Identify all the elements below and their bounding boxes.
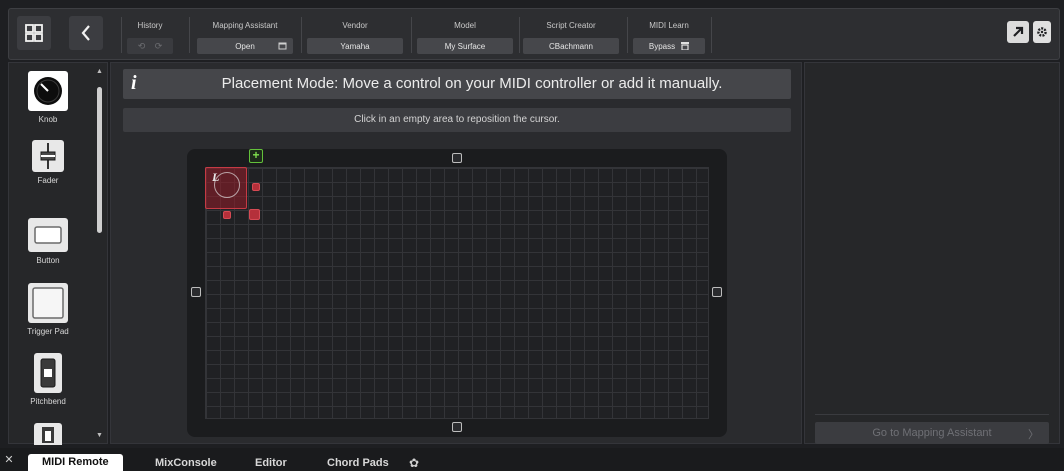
- go-to-mapping-assistant-label: Go to Mapping Assistant: [872, 427, 992, 439]
- placement-info-bar: i Placement Mode: Move a control on your…: [123, 69, 791, 99]
- tab-editor[interactable]: Editor: [255, 456, 287, 471]
- undo-icon[interactable]: ⟲: [138, 41, 146, 52]
- mapping-assistant-value: Open: [235, 41, 255, 51]
- redo-icon[interactable]: ⟳: [155, 41, 163, 52]
- grid-icon: [25, 24, 43, 42]
- panel-divider: [815, 414, 1049, 415]
- tab-midi-remote[interactable]: MIDI Remote: [28, 454, 123, 471]
- placement-mode-text: Placement Mode: Move a control on your M…: [221, 75, 723, 92]
- tab-chord-pads[interactable]: Chord Pads: [327, 456, 389, 471]
- palette-label-trigger-pad: Trigger Pad: [27, 327, 69, 336]
- window-icon: [278, 42, 287, 50]
- hint-text: Click in an empty area to reposition the…: [123, 108, 791, 132]
- cursor-l-icon: L: [212, 170, 220, 184]
- palette-scrollbar[interactable]: ▲ ▼: [94, 67, 104, 441]
- surface-resize-handle-left[interactable]: [191, 287, 201, 297]
- script-creator-group: Script Creator CBachmann: [523, 20, 619, 56]
- fader-icon: [32, 140, 64, 172]
- history-controls: ⟲ ⟳: [127, 38, 173, 54]
- bypass-icon: [681, 42, 690, 50]
- palette-label-knob: Knob: [38, 115, 58, 124]
- surface-editor: i Placement Mode: Move a control on your…: [110, 62, 802, 444]
- right-panel: Go to Mapping Assistant 〉: [804, 62, 1060, 444]
- model-group: Model My Surface: [417, 20, 513, 56]
- grid-view-button[interactable]: [17, 16, 51, 50]
- knob-icon: [28, 71, 68, 111]
- settings-button[interactable]: [1033, 21, 1051, 43]
- surface-resize-handle-right[interactable]: [712, 287, 722, 297]
- knob-resize-handle-bottom[interactable]: [223, 211, 231, 219]
- top-toolbar: History ⟲ ⟳ Mapping Assistant Open Vendo…: [8, 8, 1060, 60]
- mapping-assistant-open-button[interactable]: Open: [197, 38, 293, 54]
- placement-grid[interactable]: [205, 167, 709, 419]
- close-icon[interactable]: ✕: [2, 452, 16, 468]
- knob-resize-handle-corner[interactable]: [249, 209, 260, 220]
- history-group: History ⟲ ⟳: [127, 20, 173, 56]
- script-creator-label: Script Creator: [546, 21, 596, 30]
- midi-learn-label: MIDI Learn: [649, 21, 689, 30]
- palette-label-button: Button: [36, 256, 60, 265]
- palette-item-button[interactable]: Button: [19, 218, 77, 265]
- add-control-button[interactable]: +: [249, 149, 263, 163]
- surface-resize-handle-bottom[interactable]: [452, 422, 462, 432]
- collapse-button[interactable]: [69, 16, 103, 50]
- palette-item-knob[interactable]: Knob: [19, 71, 77, 124]
- placed-knob-control[interactable]: L: [205, 167, 247, 209]
- trigger-pad-icon: [28, 283, 68, 323]
- modwheel-icon: [34, 423, 62, 445]
- chevron-left-icon: [81, 25, 90, 41]
- scroll-up-icon[interactable]: ▲: [95, 67, 104, 77]
- midi-learn-group: MIDI Learn Bypass: [633, 20, 705, 56]
- tab-mixconsole[interactable]: MixConsole: [155, 456, 217, 471]
- palette-item-trigger-pad[interactable]: Trigger Pad: [19, 283, 77, 336]
- surface-resize-handle-top[interactable]: [452, 153, 462, 163]
- midi-learn-bypass-button[interactable]: Bypass: [633, 38, 705, 54]
- chevron-right-icon: 〉: [1028, 429, 1039, 441]
- script-creator-field[interactable]: CBachmann: [523, 38, 619, 54]
- control-palette: Knob Fader Button Trigger Pad Pitchbend …: [8, 62, 108, 445]
- pitchbend-icon: [34, 353, 62, 393]
- tab-settings-gear-icon[interactable]: ✿: [409, 456, 419, 470]
- palette-label-fader: Fader: [37, 176, 59, 185]
- mapping-assistant-label: Mapping Assistant: [212, 21, 278, 30]
- vendor-group: Vendor Yamaha: [307, 20, 403, 56]
- controller-surface[interactable]: L +: [187, 149, 727, 437]
- bottom-tab-bar: ✕ MIDI Remote MixConsole Editor Chord Pa…: [0, 448, 1064, 471]
- history-label: History: [137, 21, 163, 30]
- palette-item-fader[interactable]: Fader: [19, 140, 77, 185]
- arrow-up-right-icon: [1013, 26, 1024, 37]
- gear-icon: [1037, 27, 1047, 37]
- go-to-mapping-assistant-button[interactable]: Go to Mapping Assistant 〉: [815, 422, 1049, 444]
- model-field[interactable]: My Surface: [417, 38, 513, 54]
- scroll-thumb[interactable]: [97, 87, 102, 233]
- scroll-down-icon[interactable]: ▼: [95, 431, 104, 441]
- knob-resize-handle-right[interactable]: [252, 183, 260, 191]
- vendor-label: Vendor: [342, 21, 368, 30]
- open-external-button[interactable]: [1007, 21, 1029, 43]
- vendor-field[interactable]: Yamaha: [307, 38, 403, 54]
- model-label: Model: [454, 21, 476, 30]
- button-icon: [28, 218, 68, 252]
- mapping-assistant-group: Mapping Assistant Open: [197, 20, 293, 56]
- midi-learn-value: Bypass: [648, 41, 676, 51]
- palette-label-pitchbend: Pitchbend: [30, 397, 66, 406]
- palette-item-pitchbend[interactable]: Pitchbend: [19, 353, 77, 406]
- palette-item-modwheel[interactable]: [19, 423, 77, 445]
